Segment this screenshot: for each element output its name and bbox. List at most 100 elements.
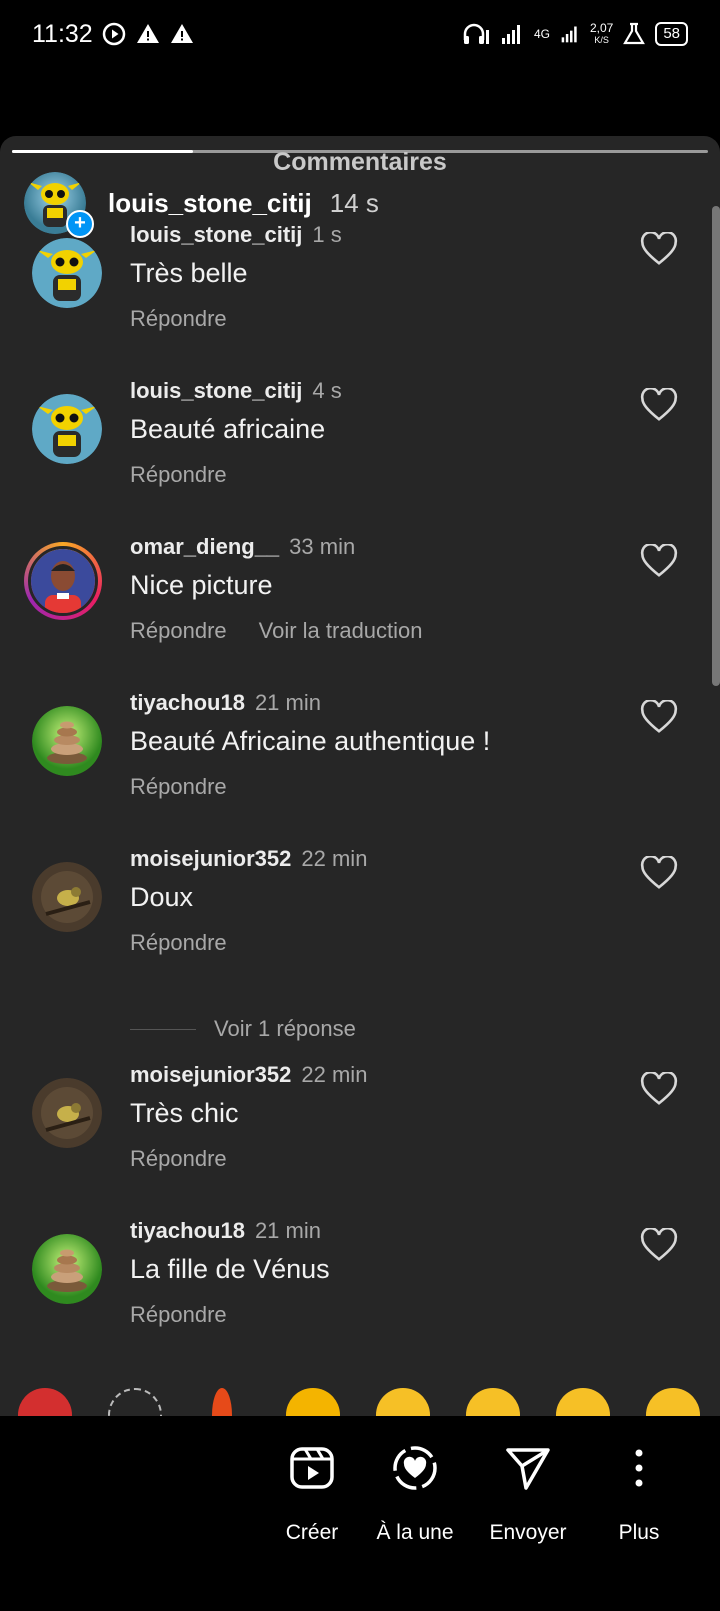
reels-icon (290, 1447, 334, 1489)
comment-text: Nice picture (130, 570, 273, 600)
comment-username[interactable]: tiyachou18 (130, 690, 245, 715)
story-time: 14 s (329, 187, 379, 218)
comment-username[interactable]: tiyachou18 (130, 1218, 245, 1243)
avatar[interactable] (32, 1234, 102, 1304)
notification-icons (102, 22, 194, 46)
speed-value: 2,07 (589, 21, 614, 35)
reply-button[interactable]: Répondre (130, 774, 227, 800)
signal-icon (561, 26, 577, 43)
comment-actions: Répondre (130, 1146, 227, 1172)
comment-header: tiyachou18 21 min (130, 690, 321, 716)
reply-button[interactable]: Répondre (130, 1302, 227, 1328)
comment-username[interactable]: louis_stone_citij (130, 378, 302, 403)
speed-unit: K/S (594, 35, 609, 45)
avatar[interactable] (32, 238, 102, 308)
more-button[interactable]: Plus (584, 1444, 694, 1545)
bottom-action-bar: Créer À la une Envoyer Plus (0, 1416, 720, 1611)
comment-text: La fille de Vénus (130, 1254, 330, 1284)
reply-button[interactable]: Répondre (130, 618, 227, 644)
heart-icon[interactable] (640, 1072, 678, 1106)
comment-actions: Répondre (130, 930, 227, 956)
comment-username[interactable]: moisejunior352 (130, 846, 291, 871)
comment-time: 22 min (301, 846, 368, 871)
avatar[interactable] (32, 1078, 102, 1148)
comment-time: 21 min (254, 1218, 321, 1243)
comment-text: Beauté africaine (130, 414, 326, 444)
heart-icon[interactable] (640, 388, 678, 422)
warning-icon (137, 24, 159, 43)
heart-icon[interactable] (640, 544, 678, 578)
heart-emoji-icon[interactable] (18, 1388, 72, 1416)
laugh-emoji-icon[interactable] (466, 1388, 520, 1416)
system-icons: 4G 2,07 K/S 58 (462, 22, 688, 46)
comment-text: Doux (130, 882, 194, 912)
comment-username[interactable]: moisejunior352 (130, 1062, 291, 1087)
avatar[interactable] (32, 862, 102, 932)
translate-button[interactable]: Voir la traduction (259, 618, 423, 644)
comments-sheet: Commentaires + louis_stone_citij 14 s lo… (0, 136, 720, 1416)
list-item: omar_dieng__ 33 min Nice picture Répondre… (0, 534, 720, 684)
comment-time: 4 s (312, 378, 342, 403)
clap-emoji-icon[interactable] (286, 1388, 340, 1416)
avatar[interactable] (28, 546, 98, 616)
create-label: Créer (285, 1521, 339, 1544)
list-item: louis_stone_citij 4 s Beauté africaine Ré… (0, 378, 720, 528)
list-item: moisejunior352 22 min Doux Répondre (0, 846, 720, 996)
comment-header: moisejunior352 22 min (130, 1062, 367, 1088)
signal-icon (501, 25, 520, 44)
comment-time: 21 min (254, 690, 321, 715)
divider (130, 1028, 196, 1030)
network-speed: 2,07 K/S (590, 22, 613, 46)
send-icon (506, 1448, 550, 1490)
comment-header: tiyachou18 21 min (130, 1218, 321, 1244)
heart-icon[interactable] (640, 232, 678, 266)
heart-icon[interactable] (640, 700, 678, 734)
fire-emoji-icon[interactable] (212, 1388, 232, 1416)
comment-header: omar_dieng__ 33 min (130, 534, 355, 560)
list-item: tiyachou18 21 min Beauté Africaine authen… (0, 690, 720, 840)
avatar-story-ring[interactable] (24, 542, 102, 620)
sparkle-emoji-icon[interactable] (108, 1388, 162, 1416)
comment-username[interactable]: omar_dieng__ (130, 534, 279, 559)
comment-actions: Répondre (130, 774, 227, 800)
comment-text: Très chic (130, 1098, 239, 1128)
heart-icon[interactable] (640, 1228, 678, 1262)
story-username[interactable]: louis_stone_citij (108, 188, 312, 219)
view-replies-button[interactable]: Voir 1 réponse (130, 1016, 356, 1042)
headphones-icon (463, 23, 489, 44)
comment-username[interactable]: louis_stone_citij (130, 222, 302, 247)
reply-button[interactable]: Répondre (130, 930, 227, 956)
warning-icon (171, 24, 193, 43)
comment-header: louis_stone_citij 4 s (130, 378, 342, 404)
send-button[interactable]: Envoyer (473, 1444, 583, 1545)
smile-emoji-icon[interactable] (376, 1388, 430, 1416)
reply-button[interactable]: Répondre (130, 1146, 227, 1172)
list-item: tiyachou18 21 min La fille de Vénus Répon… (0, 1218, 720, 1368)
flask-icon (623, 22, 646, 45)
featured-label: À la une (376, 1521, 454, 1544)
comment-actions: Répondre (130, 306, 227, 332)
comment-actions: Répondre Voir la traduction (130, 618, 423, 644)
comment-header: louis_stone_citij 1 s (130, 222, 342, 248)
play-notification-icon (102, 22, 126, 46)
send-label: Envoyer (489, 1521, 567, 1544)
cry-emoji-icon[interactable] (646, 1388, 700, 1416)
reply-button[interactable]: Répondre (130, 462, 227, 488)
highlight-heart-icon (393, 1446, 437, 1490)
comment-text: Beauté Africaine authentique ! (130, 726, 491, 756)
comment-actions: Répondre (130, 462, 227, 488)
list-item: moisejunior352 22 min Très chic Répondre (0, 1062, 720, 1212)
create-button[interactable]: Créer (257, 1444, 367, 1545)
more-label: Plus (618, 1521, 660, 1544)
battery-level: 58 (655, 22, 688, 46)
avatar[interactable] (32, 706, 102, 776)
heart-icon[interactable] (640, 856, 678, 890)
avatar[interactable] (32, 394, 102, 464)
wow-emoji-icon[interactable] (556, 1388, 610, 1416)
list-item: louis_stone_citij 1 s Très belle Répondre (0, 222, 720, 372)
featured-button[interactable]: À la une (360, 1444, 470, 1545)
reply-button[interactable]: Répondre (130, 306, 227, 332)
clock: 11:32 (32, 20, 93, 48)
comment-time: 33 min (289, 534, 356, 559)
view-replies-label: Voir 1 réponse (214, 1016, 356, 1041)
